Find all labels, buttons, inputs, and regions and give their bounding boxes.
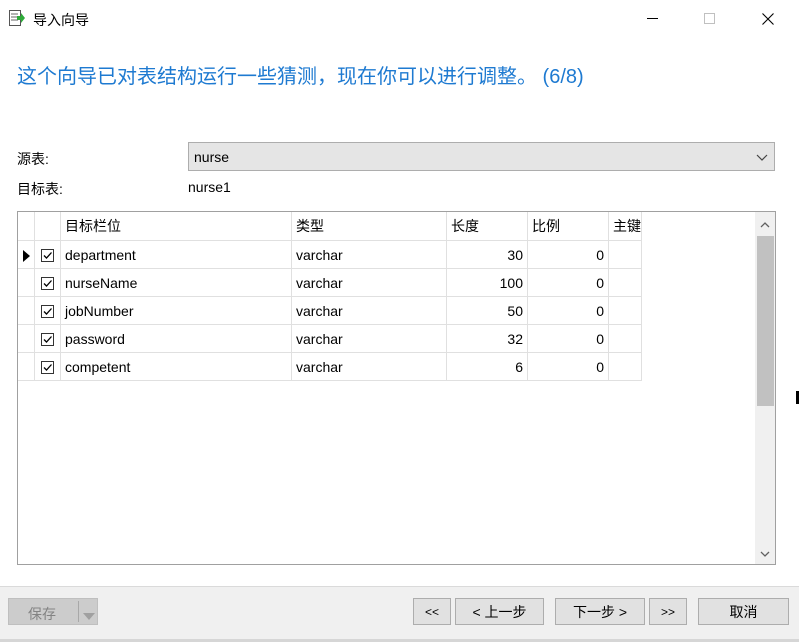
row-checkbox-cell[interactable] [34,324,61,353]
dropdown-arrow-icon[interactable] [83,608,95,624]
field-include-checkbox[interactable] [41,333,54,347]
cell-scale[interactable]: 0 [527,352,609,381]
row-checkbox-cell[interactable] [34,352,61,381]
scroll-up-button[interactable] [755,212,775,234]
table-row[interactable]: nurseName varchar 100 0 [18,268,642,297]
cell-target-field[interactable]: password [60,324,292,353]
vertical-scrollbar[interactable] [755,212,775,564]
cell-target-field[interactable]: nurseName [60,268,292,297]
row-selector[interactable] [18,240,35,269]
source-table-select[interactable]: nurse [188,142,775,171]
field-mapping-table: 目标栏位 类型 长度 比例 主键 department varchar 30 0 nur… [18,212,642,381]
close-button[interactable] [745,0,791,38]
maximize-button[interactable] [687,0,733,38]
table-row[interactable]: department varchar 30 0 [18,240,642,269]
table-row[interactable]: password varchar 32 0 [18,324,642,353]
save-split-divider [78,601,79,622]
table-row[interactable]: competent varchar 6 0 [18,352,642,381]
wizard-step-heading: 这个向导已对表结构运行一些猜测，现在你可以进行调整。 (6/8) [17,66,584,88]
row-checkbox-cell[interactable] [34,240,61,269]
field-include-checkbox[interactable] [41,249,54,263]
minimize-button[interactable] [630,0,676,38]
save-button-label: 保存 [28,606,56,622]
last-step-button[interactable]: >> [649,598,687,625]
cell-primary-key[interactable] [608,240,642,269]
save-button[interactable]: 保存 [8,598,98,625]
cancel-button[interactable]: 取消 [698,598,789,625]
row-checkbox-cell[interactable] [34,296,61,325]
chevron-down-icon [760,545,770,561]
source-table-label: 源表: [17,151,49,167]
cell-length[interactable]: 100 [446,268,528,297]
row-selector[interactable] [18,268,35,297]
scroll-down-button[interactable] [755,542,775,564]
chevron-down-icon [756,150,768,166]
field-include-checkbox[interactable] [41,361,54,375]
cell-primary-key[interactable] [608,352,642,381]
cell-scale[interactable]: 0 [527,296,609,325]
row-selector[interactable] [18,296,35,325]
column-header-scale[interactable]: 比例 [527,212,609,241]
row-selector[interactable] [18,324,35,353]
window-title: 导入向导 [33,12,89,28]
next-step-button[interactable]: 下一步 > [555,598,645,625]
import-wizard-icon [9,10,25,27]
field-include-checkbox[interactable] [41,305,54,319]
field-include-checkbox[interactable] [41,277,54,291]
cell-primary-key[interactable] [608,324,642,353]
cell-primary-key[interactable] [608,268,642,297]
cell-length[interactable]: 30 [446,240,528,269]
previous-step-button[interactable]: < 上一步 [455,598,544,625]
target-table-label: 目标表: [17,181,63,197]
cell-primary-key[interactable] [608,296,642,325]
first-step-button[interactable]: << [413,598,451,625]
cell-scale[interactable]: 0 [527,324,609,353]
column-header-type[interactable]: 类型 [291,212,447,241]
cell-scale[interactable]: 0 [527,268,609,297]
checkbox-column-header [34,212,61,241]
cell-target-field[interactable]: competent [60,352,292,381]
cell-type[interactable]: varchar [291,324,447,353]
current-row-arrow-icon [22,249,30,262]
row-checkbox-cell[interactable] [34,268,61,297]
cell-type[interactable]: varchar [291,352,447,381]
title-bar: 导入向导 [0,0,799,38]
row-selector-header [18,212,35,241]
field-mapping-grid: 目标栏位 类型 长度 比例 主键 department varchar 30 0 nur… [17,211,776,565]
cell-type[interactable]: varchar [291,268,447,297]
cell-type[interactable]: varchar [291,296,447,325]
row-selector[interactable] [18,352,35,381]
column-header-target-field[interactable]: 目标栏位 [60,212,292,241]
source-table-value: nurse [194,149,230,165]
scrollbar-thumb[interactable] [757,236,774,406]
cell-length[interactable]: 32 [446,324,528,353]
cell-target-field[interactable]: jobNumber [60,296,292,325]
chevron-up-icon [760,215,770,231]
cell-type[interactable]: varchar [291,240,447,269]
cell-length[interactable]: 6 [446,352,528,381]
grid-header-row: 目标栏位 类型 长度 比例 主键 [18,212,642,241]
cell-length[interactable]: 50 [446,296,528,325]
table-row[interactable]: jobNumber varchar 50 0 [18,296,642,325]
column-header-primary-key[interactable]: 主键 [608,212,642,241]
column-header-length[interactable]: 长度 [446,212,528,241]
cell-scale[interactable]: 0 [527,240,609,269]
target-table-value: nurse1 [188,179,231,195]
cell-target-field[interactable]: department [60,240,292,269]
